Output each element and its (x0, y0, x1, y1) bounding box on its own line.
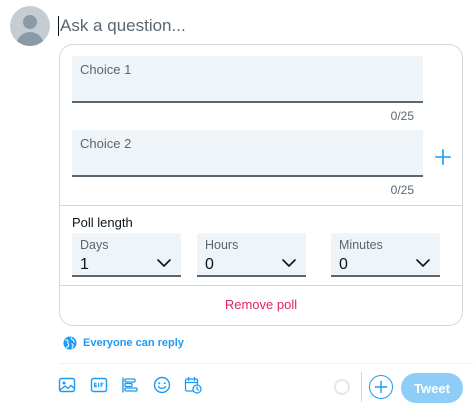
tweet-button[interactable]: Tweet (401, 373, 463, 403)
days-select[interactable]: Days 1 (72, 233, 181, 277)
globe-icon (63, 336, 77, 350)
hours-select[interactable]: Hours 0 (197, 233, 306, 277)
gif-button[interactable] (90, 376, 108, 394)
poll-card: Choice 1 0/25 Choice 2 0/25 Poll length … (59, 44, 463, 326)
minutes-value: 0 (339, 256, 348, 273)
add-choice-button[interactable] (432, 146, 454, 168)
avatar-body (16, 32, 44, 46)
emoji-icon (153, 376, 170, 394)
gif-icon (90, 377, 107, 393)
days-label: Days (80, 238, 109, 252)
text-caret (58, 16, 59, 36)
poll-icon (122, 377, 138, 393)
media-button[interactable] (58, 376, 76, 394)
poll-divider (60, 205, 462, 206)
poll-divider (60, 285, 462, 286)
choice-2-counter: 0/25 (390, 183, 414, 197)
days-value: 1 (80, 256, 89, 273)
chevron-down-icon (416, 259, 430, 267)
minutes-select[interactable]: Minutes 0 (331, 233, 440, 277)
image-icon (58, 377, 76, 393)
reply-setting-button[interactable]: Everyone can reply (63, 335, 184, 351)
avatar[interactable] (10, 6, 50, 46)
chevron-down-icon (282, 259, 296, 267)
choice-2-input[interactable]: Choice 2 (72, 130, 423, 177)
poll-button[interactable] (121, 376, 139, 394)
schedule-icon (184, 376, 202, 394)
emoji-button[interactable] (153, 376, 171, 394)
chevron-down-icon (157, 259, 171, 267)
minutes-label: Minutes (339, 238, 383, 252)
hours-label: Hours (205, 238, 239, 252)
avatar-head (23, 15, 37, 29)
schedule-button[interactable] (184, 376, 202, 394)
plus-icon (434, 148, 452, 166)
poll-length-title: Poll length (72, 215, 133, 230)
toolbar-divider (59, 363, 474, 364)
composer-toolbar (58, 376, 216, 394)
choice-1-input[interactable]: Choice 1 (72, 56, 423, 103)
remove-poll-button[interactable]: Remove poll (60, 297, 462, 312)
reply-setting-label: Everyone can reply (83, 337, 184, 349)
hours-value: 0 (205, 256, 214, 273)
choice-1-label: Choice 1 (80, 62, 132, 77)
question-placeholder: Ask a question... (60, 16, 186, 35)
choice-1-counter: 0/25 (390, 109, 414, 123)
add-tweet-button[interactable] (369, 375, 393, 399)
question-input[interactable]: Ask a question... (58, 14, 438, 38)
choice-2-label: Choice 2 (80, 136, 132, 151)
toolbar-separator (361, 372, 362, 402)
character-progress-ring (334, 379, 350, 395)
plus-icon (374, 380, 388, 394)
